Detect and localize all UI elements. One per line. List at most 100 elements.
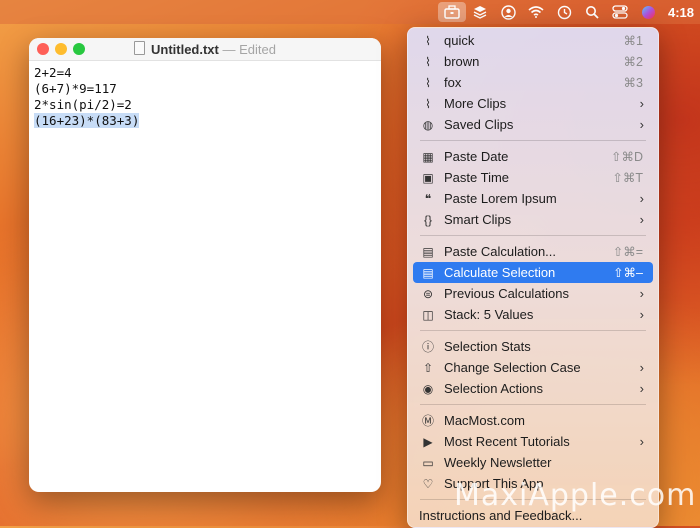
calculator-icon: ▤ <box>422 265 434 280</box>
text-line[interactable]: (6+7)*9=117 <box>34 81 376 97</box>
menu-item-calculate-selection[interactable]: ▤ Calculate Selection ⇧⌘– <box>413 262 653 283</box>
search-icon[interactable] <box>578 0 606 24</box>
clips-menu: ⌇ quick ⌘1 ⌇ brown ⌘2 ⌇ fox ⌘3 ⌇ More Clips › ◍ Saved… <box>407 27 659 528</box>
menu-item-shortcut: ⌘2 <box>623 55 643 69</box>
control-center-icon[interactable] <box>606 0 634 24</box>
calendar-clock-icon: ▣ <box>422 170 434 185</box>
menu-item-most-recent-tutorials[interactable]: ▶ Most Recent Tutorials › <box>413 431 653 452</box>
menu-separator <box>420 140 646 141</box>
menu-item-shortcut: ⇧⌘– <box>613 266 643 280</box>
text-line[interactable]: 2+2=4 <box>34 65 376 81</box>
menu-item-label: More Clips <box>444 96 507 111</box>
play-icon: ▶ <box>423 434 433 449</box>
braces-icon: {} <box>423 212 432 227</box>
chevron-right-icon: › <box>639 117 644 132</box>
menu-item-label: Paste Date <box>444 149 509 164</box>
menu-item-paste-calculation[interactable]: ▤ Paste Calculation... ⇧⌘= <box>413 241 653 262</box>
clipboard-toolbox-icon[interactable] <box>438 2 466 22</box>
document-name: Untitled.txt <box>150 42 219 57</box>
menu-item-label: Selection Stats <box>444 339 531 354</box>
menu-item-more-clips[interactable]: ⌇ More Clips › <box>413 93 653 114</box>
time-machine-icon[interactable] <box>550 0 578 24</box>
menu-item-paste-lorem-ipsum[interactable]: ❝ Paste Lorem Ipsum › <box>413 188 653 209</box>
menu-item-label: Paste Time <box>444 170 510 185</box>
text-editor[interactable]: 2+2=4 (6+7)*9=117 2*sin(pi/2)=2 (16+23)*… <box>29 61 381 133</box>
chevron-right-icon: › <box>639 191 644 206</box>
menu-item-shortcut: ⇧⌘= <box>612 245 643 259</box>
menu-item-label: fox <box>444 75 462 90</box>
menu-item-selection-stats[interactable]: ⓘ Selection Stats <box>413 336 653 357</box>
paperclip-icon: ⌇ <box>425 75 431 90</box>
stack-icon: ◫ <box>422 307 434 322</box>
menu-item-change-selection-case[interactable]: ⇧ Change Selection Case › <box>413 357 653 378</box>
menu-separator <box>420 404 646 405</box>
menu-separator <box>420 330 646 331</box>
equals-circle-icon: ⊜ <box>422 286 434 301</box>
window-titlebar[interactable]: Untitled.txt — Edited <box>29 38 381 61</box>
newsletter-icon: ▭ <box>422 455 434 470</box>
menu-item-stack-5-values[interactable]: ◫ Stack: 5 Values › <box>413 304 653 325</box>
eye-gear-icon: ◉ <box>422 381 434 396</box>
menu-item-label: Smart Clips <box>444 212 512 227</box>
menu-item-label: Paste Calculation... <box>444 244 557 259</box>
wifi-icon[interactable] <box>522 0 550 24</box>
selected-text[interactable]: (16+23)*(83+3) <box>34 113 140 128</box>
user-circle-icon[interactable] <box>494 0 522 24</box>
chevron-right-icon: › <box>639 286 644 301</box>
heart-icon: ♡ <box>422 476 434 491</box>
menu-item-paste-date[interactable]: ▦ Paste Date ⇧⌘D <box>413 146 653 167</box>
menu-item-previous-calculations[interactable]: ⊜ Previous Calculations › <box>413 283 653 304</box>
chevron-right-icon: › <box>639 434 644 449</box>
menu-item-paste-time[interactable]: ▣ Paste Time ⇧⌘T <box>413 167 653 188</box>
chevron-right-icon: › <box>639 307 644 322</box>
menu-item-smart-clips[interactable]: {} Smart Clips › <box>413 209 653 230</box>
menu-item-label: Most Recent Tutorials <box>444 434 570 449</box>
title-separator: — <box>222 42 236 57</box>
textedit-window: Untitled.txt — Edited 2+2=4 (6+7)*9=117 … <box>29 38 381 492</box>
menu-item-label: Previous Calculations <box>444 286 570 301</box>
menu-item-fox[interactable]: ⌇ fox ⌘3 <box>413 72 653 93</box>
menubar-clock[interactable]: 4:18 <box>662 5 700 20</box>
m-logo-icon: Ⓜ <box>421 414 434 428</box>
calendar-icon: ▦ <box>422 149 434 164</box>
menu-item-label: Calculate Selection <box>444 265 556 280</box>
calculator-icon: ▤ <box>422 244 434 259</box>
quote-icon: ❝ <box>424 191 432 206</box>
chevron-right-icon: › <box>639 212 644 227</box>
menu-item-shortcut: ⇧⌘D <box>610 150 643 164</box>
chevron-right-icon: › <box>639 381 644 396</box>
window-title: Untitled.txt — Edited <box>29 41 381 57</box>
paperclip-icon: ⌇ <box>425 33 431 48</box>
menu-item-label: quick <box>444 33 475 48</box>
menu-bar: 4:18 <box>0 0 700 24</box>
menu-item-label: Change Selection Case <box>444 360 581 375</box>
edited-status: Edited <box>239 42 276 57</box>
case-arrow-icon: ⇧ <box>422 360 434 375</box>
menu-item-label: Saved Clips <box>444 117 514 132</box>
menu-item-brown[interactable]: ⌇ brown ⌘2 <box>413 51 653 72</box>
menu-item-shortcut: ⌘3 <box>623 76 643 90</box>
chevron-right-icon: › <box>639 96 644 111</box>
menu-item-label: Paste Lorem Ipsum <box>444 191 557 206</box>
menu-item-label: Stack: 5 Values <box>444 307 534 322</box>
saved-clip-icon: ◍ <box>422 117 434 132</box>
document-icon <box>133 41 145 55</box>
menu-item-weekly-newsletter[interactable]: ▭ Weekly Newsletter <box>413 452 653 473</box>
siri-icon[interactable] <box>634 0 662 24</box>
paperclip-icon: ⌇ <box>425 96 431 111</box>
menu-item-quick[interactable]: ⌇ quick ⌘1 <box>413 30 653 51</box>
menu-item-saved-clips[interactable]: ◍ Saved Clips › <box>413 114 653 135</box>
chevron-right-icon: › <box>639 360 644 375</box>
watermark: MaxiApple.com <box>454 478 697 513</box>
info-icon: ⓘ <box>421 340 434 354</box>
layers-icon[interactable] <box>466 0 494 24</box>
menu-item-macmost-com[interactable]: Ⓜ MacMost.com <box>413 410 653 431</box>
menu-item-shortcut: ⇧⌘T <box>612 171 643 185</box>
text-line[interactable]: 2*sin(pi/2)=2 <box>34 97 376 113</box>
menu-item-label: MacMost.com <box>444 413 525 428</box>
menu-item-label: brown <box>444 54 480 69</box>
paperclip-icon: ⌇ <box>425 54 431 69</box>
menu-separator <box>420 235 646 236</box>
menu-item-label: Weekly Newsletter <box>444 455 552 470</box>
menu-item-selection-actions[interactable]: ◉ Selection Actions › <box>413 378 653 399</box>
